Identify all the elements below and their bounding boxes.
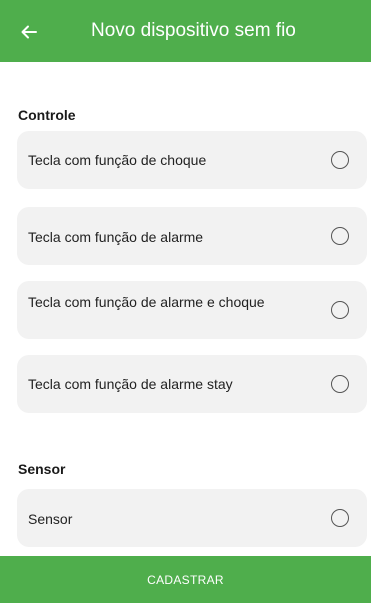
radio-button[interactable] bbox=[331, 375, 349, 393]
option-label: Tecla com função de alarme bbox=[28, 229, 204, 245]
option-label: Tecla com função de alarme e choque bbox=[28, 294, 265, 310]
section-title-sensor: Sensor bbox=[18, 461, 66, 477]
arrow-left-icon bbox=[21, 25, 37, 39]
back-button[interactable] bbox=[14, 17, 44, 47]
option-alarme-stay[interactable]: Tecla com função de alarme stay bbox=[17, 355, 367, 413]
radio-button[interactable] bbox=[331, 227, 349, 245]
option-label: Tecla com função de choque bbox=[28, 152, 207, 168]
option-choque[interactable]: Tecla com função de choque bbox=[17, 131, 367, 189]
section-title-controle: Controle bbox=[18, 107, 76, 123]
option-sensor[interactable]: Sensor bbox=[17, 489, 367, 547]
cadastrar-label: CADASTRAR bbox=[147, 572, 224, 587]
page-title: Novo dispositivo sem fio bbox=[91, 20, 296, 41]
option-label: Sensor bbox=[28, 511, 73, 527]
option-alarme[interactable]: Tecla com função de alarme bbox=[17, 207, 367, 265]
radio-button[interactable] bbox=[331, 151, 349, 169]
option-label: Tecla com função de alarme stay bbox=[28, 376, 233, 392]
option-alarme-choque[interactable]: Tecla com função de alarme e choque bbox=[17, 281, 367, 339]
cadastrar-button[interactable]: CADASTRAR bbox=[0, 556, 371, 603]
radio-button[interactable] bbox=[331, 301, 349, 319]
app-bar: Novo dispositivo sem fio bbox=[0, 0, 371, 62]
radio-button[interactable] bbox=[331, 509, 349, 527]
